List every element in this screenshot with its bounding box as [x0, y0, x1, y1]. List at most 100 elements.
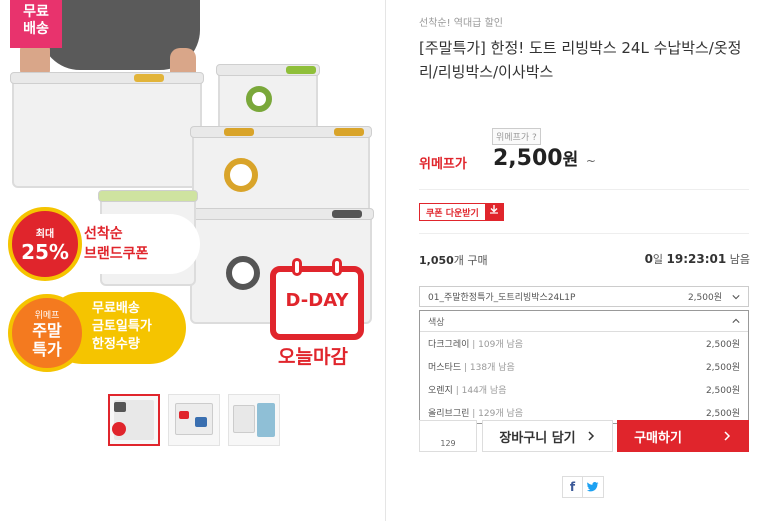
- color-option-dropdown[interactable]: 색상 다크그레이 | 109개 남음 2,500원 머스타드 | 138개 남음…: [419, 310, 749, 424]
- color-option-price: 2,500원: [705, 386, 740, 396]
- twitter-share-icon[interactable]: [583, 477, 603, 497]
- weekend-text-line1: 무료배송: [92, 301, 140, 316]
- color-option-name-wrap: 머스타드 | 138개 남음: [428, 360, 706, 373]
- chevron-down-icon: [732, 294, 740, 299]
- weekend-text-line3: 한정수량: [92, 337, 140, 352]
- coupon-max-label: 최대: [35, 229, 55, 240]
- box-clip: [134, 74, 164, 82]
- chevron-right-icon: [724, 431, 730, 441]
- weekend-circle-line1: 위메프: [34, 311, 60, 321]
- dday-label: D-DAY: [285, 290, 349, 311]
- box-dot-badge: [224, 158, 258, 192]
- price-amount: 2,500: [493, 146, 563, 171]
- chevron-up-icon: [732, 318, 740, 323]
- thumb-shape: [195, 417, 207, 427]
- timer-days-unit: 일: [652, 253, 664, 266]
- coupon-discount-circle: 최대 25%: [8, 207, 82, 281]
- coupon-text-line2: 브랜드쿠폰: [84, 246, 149, 262]
- color-option-name-wrap: 올리브그린 | 129개 남음: [428, 406, 706, 419]
- free-shipping-text: 무료 배송: [23, 4, 49, 37]
- free-shipping-badge: 무료 배송: [10, 0, 62, 48]
- color-option-name: 올리브그린: [428, 409, 470, 419]
- color-option-price: 2,500원: [705, 409, 740, 419]
- buy-now-label: 구매하기: [634, 430, 682, 446]
- thumb-shape: [175, 403, 213, 435]
- option-select-name: 01_주말한정특가_도트리빙박스24L1P: [428, 293, 576, 303]
- dday-calendar-icon: D-DAY: [270, 258, 364, 340]
- color-option-name: 오렌지: [428, 386, 453, 396]
- thumbnail-3[interactable]: [228, 394, 280, 446]
- color-dropdown-label: 색상: [428, 317, 445, 328]
- divider: [419, 189, 749, 190]
- purchase-count-suffix: 개 구매: [453, 254, 488, 267]
- timer-suffix: 남음: [729, 253, 750, 266]
- color-option-item[interactable]: 오렌지 | 144개 남음 2,500원: [420, 378, 748, 401]
- product-main-image[interactable]: 무료 배송 최대 25% 선착순 브랜드쿠폰 위메프 주말 특가 무료배송 금토…: [0, 0, 385, 378]
- box-clip: [334, 128, 364, 136]
- color-option-item[interactable]: 머스타드 | 138개 남음 2,500원: [420, 355, 748, 378]
- promo-tag: 선착순! 역대급 할인: [419, 18, 503, 29]
- purchase-count: 1,050개 구매: [419, 252, 488, 268]
- weekend-circle-line2: 주말: [32, 321, 62, 340]
- product-title: [주말특가] 한정! 도트 리빙박스 24L 수납박스/옷정리/리빙박스/이사박…: [419, 39, 742, 81]
- coupon-download-label: 쿠폰 다운받기: [426, 208, 479, 219]
- deadline-label: 오늘마감: [278, 346, 348, 368]
- product-info-panel: 선착순! 역대급 할인 [주말특가] 한정! 도트 리빙박스 24L 수납박스/…: [386, 0, 780, 521]
- coupon-download-button[interactable]: 쿠폰 다운받기: [419, 203, 504, 221]
- price-tilde: ~: [585, 154, 596, 168]
- facebook-share-icon[interactable]: f: [563, 477, 583, 497]
- color-option-stock: | 129개 남음: [472, 409, 524, 419]
- calendar-ring: [332, 258, 342, 276]
- weekend-circle-line3: 특가: [32, 340, 62, 359]
- purchase-count-number: 1,050: [419, 254, 454, 267]
- storage-box-green: [216, 64, 320, 132]
- option-select-price: 2,500원: [687, 293, 722, 303]
- box-lid: [10, 72, 204, 84]
- box-clip: [332, 210, 362, 218]
- add-to-cart-label: 장바구니 담기: [499, 430, 576, 446]
- color-option-name: 다크그레이: [428, 340, 470, 350]
- thumb-shape: [112, 422, 126, 436]
- price-tooltip-label[interactable]: 위메프가 ?: [492, 128, 541, 145]
- price-unit: 원: [562, 150, 579, 170]
- weekend-banner-text: 무료배송 금토일특가 한정수량: [92, 300, 152, 354]
- color-option-stock: | 144개 남음: [455, 386, 507, 396]
- buy-now-button[interactable]: 구매하기: [617, 420, 749, 452]
- color-option-stock: | 138개 남음: [464, 363, 515, 373]
- thumb-shape: [257, 403, 275, 437]
- divider: [419, 233, 749, 234]
- thumb-shape: [114, 402, 126, 412]
- coupon-banner-text: 선착순 브랜드쿠폰: [84, 224, 148, 264]
- download-icon: [484, 204, 503, 220]
- calendar-ring: [292, 258, 302, 276]
- thumbnail-strip: [108, 394, 280, 446]
- price-label: 위메프가: [419, 157, 467, 172]
- thumb-shape: [233, 405, 255, 433]
- box-dot-badge: [226, 256, 260, 290]
- thumbnail-2[interactable]: [168, 394, 220, 446]
- share-buttons: f: [562, 476, 604, 498]
- color-option-price: 2,500원: [705, 340, 740, 350]
- color-option-item[interactable]: 다크그레이 | 109개 남음 2,500원: [420, 332, 748, 355]
- coupon-percent: 25%: [21, 240, 69, 264]
- color-option-name: 머스타드: [428, 363, 462, 373]
- countdown-timer: 0일 19:23:01 남음: [645, 251, 750, 267]
- product-gallery: 무료 배송 최대 25% 선착순 브랜드쿠폰 위메프 주말 특가 무료배송 금토…: [0, 0, 386, 521]
- wishlist-button[interactable]: 129: [419, 420, 477, 452]
- color-dropdown-header[interactable]: 색상: [420, 311, 748, 332]
- color-option-price: 2,500원: [705, 363, 740, 373]
- option-select-product[interactable]: 01_주말한정특가_도트리빙박스24L1P 2,500원: [419, 286, 749, 307]
- thumbnail-1[interactable]: [108, 394, 160, 446]
- storage-box-large: [10, 72, 204, 188]
- thumb-shape: [179, 411, 189, 419]
- chevron-right-icon: [588, 431, 594, 441]
- weekend-text-line2: 금토일특가: [92, 319, 152, 334]
- box-dot-badge: [246, 86, 272, 112]
- coupon-text-line1: 선착순: [84, 226, 123, 242]
- box-clip: [286, 66, 316, 74]
- box-clip: [224, 128, 254, 136]
- add-to-cart-button[interactable]: 장바구니 담기: [482, 420, 613, 452]
- timer-time: 19:23:01: [666, 252, 727, 266]
- box-lid: [98, 190, 198, 202]
- color-option-name-wrap: 다크그레이 | 109개 남음: [428, 337, 706, 350]
